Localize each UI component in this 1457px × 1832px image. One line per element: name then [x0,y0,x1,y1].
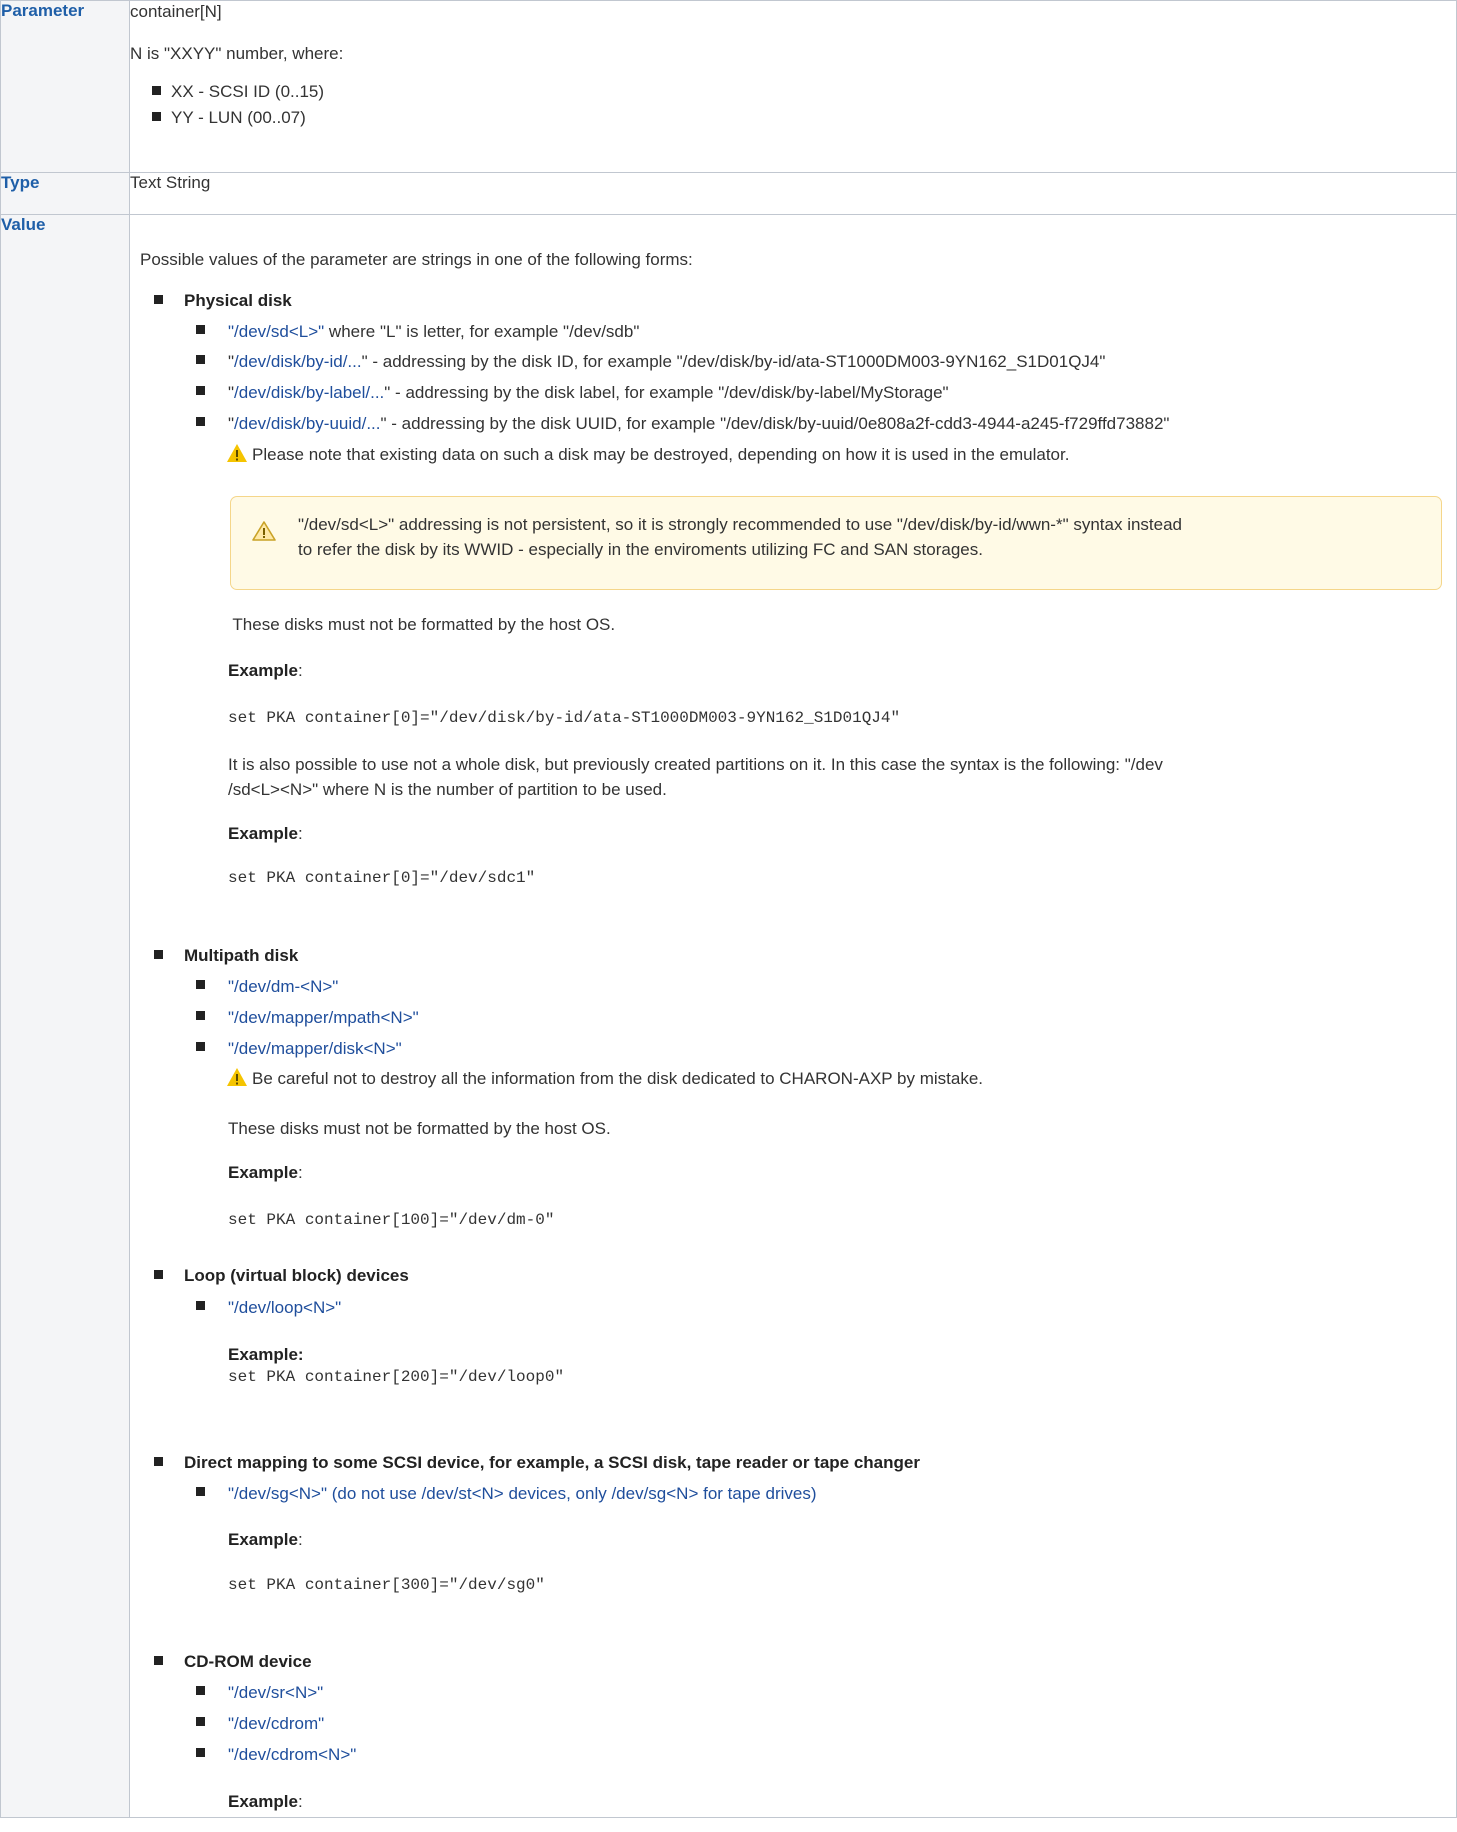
example-label: Example: [228,824,303,843]
list-item: "/dev/disk/by-id/..." - addressing by th… [228,352,1106,371]
bullet-icon [154,1457,163,1466]
example-label: Example: [228,1792,303,1811]
bullet-icon [196,1717,205,1726]
link-cdrom-n[interactable]: "/dev/cdrom<N>" [228,1744,356,1765]
bullet-icon [154,295,163,304]
warning-icon [227,1068,247,1086]
parameter-page: Parameter container[N] N is "XXYY" numbe… [0,0,1457,1832]
warning-outline-icon [252,521,276,541]
bullet-icon [196,325,205,334]
value-intro: Possible values of the parameter are str… [140,250,693,269]
bullet-icon [196,355,205,364]
example-code: set PKA container[200]="/dev/loop0" [228,1368,565,1386]
multipath-heading: Multipath disk [184,946,299,965]
bullet-icon [196,417,205,426]
partitions-line-2: /sd<L><N>" where N is the number of part… [228,780,667,799]
example-code: set PKA container[100]="/dev/dm-0" [228,1211,555,1229]
link-dm[interactable]: "/dev/dm-<N>" [228,976,338,997]
bullet-icon [154,1656,163,1665]
link-by-id[interactable]: /dev/disk/by-id/... [234,352,362,371]
bullet-icon [154,950,163,959]
loop-heading: Loop (virtual block) devices [184,1266,409,1285]
value-content: Possible values of the parameter are str… [140,0,1450,1832]
multipath-not-formatted: These disks must not be formatted by the… [228,1119,611,1138]
link-sg[interactable]: "/dev/sg<N>" (do not use /dev/st<N> devi… [228,1483,817,1504]
list-item: "/dev/disk/by-label/..." - addressing by… [228,383,949,402]
bullet-icon [196,1011,205,1020]
warning-icon [227,444,247,462]
bullet-icon [196,1686,205,1695]
link-mpath[interactable]: "/dev/mapper/mpath<N>" [228,1007,419,1028]
bullet-icon [196,1301,205,1310]
example-label: Example: [228,1163,303,1182]
info-note: "/dev/sd<L>" addressing is not persisten… [230,496,1442,590]
label-parameter: Parameter [0,0,130,173]
list-item: "/dev/disk/by-uuid/..." - addressing by … [228,414,1170,433]
example-label: Example: [228,1530,303,1549]
link-sr[interactable]: "/dev/sr<N>" [228,1682,323,1703]
partitions-line-1: It is also possible to use not a whole d… [228,755,1163,774]
bullet-icon [196,386,205,395]
link-loop[interactable]: "/dev/loop<N>" [228,1297,341,1318]
physical-not-formatted: These disks must not be formatted by the… [228,615,616,634]
link-by-uuid[interactable]: /dev/disk/by-uuid/... [234,414,380,433]
label-value: Value [0,214,130,1818]
multipath-warning: Be careful not to destroy all the inform… [226,1067,983,1089]
example-code: set PKA container[0]="/dev/sdc1" [228,869,536,887]
link-cdrom[interactable]: "/dev/cdrom" [228,1713,324,1734]
link-dev-sd[interactable]: "/dev/sd<L>" [228,322,324,341]
physical-heading: Physical disk [184,291,292,310]
bullet-icon [196,1748,205,1757]
note-line-2: to refer the disk by its WWID - especial… [298,540,983,559]
example-label: Example: [228,1345,304,1364]
bullet-icon [196,1042,205,1051]
note-line-1: "/dev/sd<L>" addressing is not persisten… [298,515,1183,534]
bullet-icon [154,1270,163,1279]
bullet-icon [196,1487,205,1496]
link-by-label[interactable]: /dev/disk/by-label/... [234,383,384,402]
example-label: Example: [228,661,303,680]
cdrom-heading: CD-ROM device [184,1652,312,1671]
link-mapper-disk[interactable]: "/dev/mapper/disk<N>" [228,1038,402,1059]
direct-heading: Direct mapping to some SCSI device, for … [184,1453,920,1472]
example-code: set PKA container[300]="/dev/sg0" [228,1576,545,1594]
bullet-icon [196,980,205,989]
list-item: "/dev/sd<L>" where "L" is letter, for ex… [228,322,640,341]
label-type: Type [0,172,130,215]
example-code: set PKA container[0]="/dev/disk/by-id/at… [228,709,901,727]
physical-warning: Please note that existing data on such a… [226,443,1069,465]
